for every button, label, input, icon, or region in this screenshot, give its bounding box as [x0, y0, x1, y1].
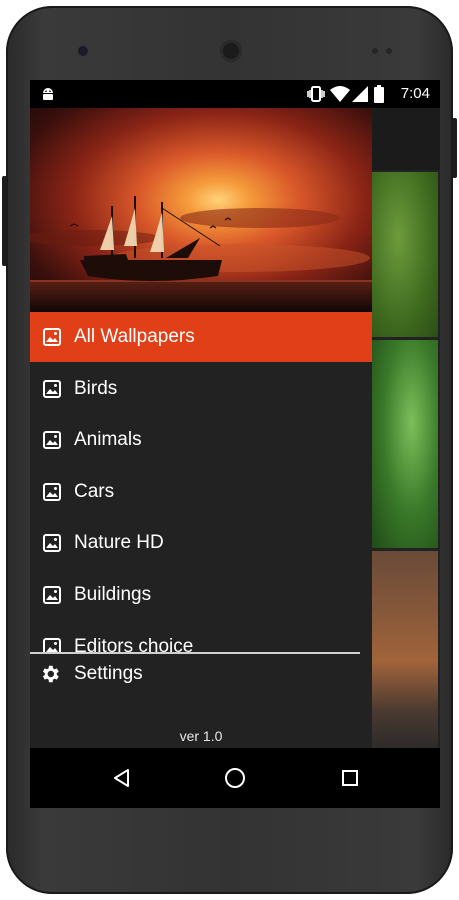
android-icon	[43, 88, 53, 100]
vibrate-icon	[307, 86, 325, 102]
proximity-sensor	[372, 48, 378, 54]
volume-button	[452, 118, 457, 178]
menu-item-nature-hd[interactable]: Nature HD	[30, 518, 372, 568]
back-icon	[114, 769, 129, 787]
menu-divider	[30, 652, 360, 654]
home-button[interactable]	[221, 764, 249, 792]
menu-item-birds[interactable]: Birds	[30, 364, 372, 414]
back-button[interactable]	[108, 764, 136, 792]
power-button	[2, 176, 7, 266]
menu-item-label: Animals	[74, 429, 142, 450]
image-icon	[42, 637, 62, 652]
image-icon	[42, 327, 62, 347]
status-bar: 7:04	[30, 80, 440, 108]
wifi-icon	[330, 86, 350, 102]
menu-item-cars[interactable]: Cars	[30, 467, 372, 517]
drawer-menu: All Wallpapers Birds Animals Cars Nature…	[30, 312, 372, 652]
image-icon	[42, 533, 62, 553]
image-icon	[42, 585, 62, 605]
wallpaper-thumbnail[interactable]	[372, 551, 438, 751]
earpiece-speaker	[220, 40, 242, 62]
version-label: ver 1.0	[179, 728, 223, 744]
image-icon	[42, 482, 62, 502]
front-camera	[78, 46, 88, 56]
menu-item-label: Editors choice	[74, 636, 194, 652]
navigation-drawer: All Wallpapers Birds Animals Cars Nature…	[30, 108, 372, 748]
light-sensor	[386, 48, 392, 54]
pirate-ship-silhouette	[30, 196, 372, 312]
menu-item-buildings[interactable]: Buildings	[30, 570, 372, 620]
menu-item-label: Buildings	[74, 584, 152, 605]
app-content: All Wallpapers Birds Animals Cars Nature…	[30, 108, 440, 751]
menu-item-label: Birds	[74, 378, 118, 399]
image-icon	[42, 430, 62, 450]
settings-label: Settings	[74, 663, 143, 684]
settings-item[interactable]: Settings	[30, 656, 372, 692]
cell-signal-icon	[352, 86, 368, 102]
gear-icon	[39, 663, 61, 685]
screen: 7:04 All Wallpapers Birds Animals Cars N…	[30, 80, 440, 808]
menu-item-label: All Wallpapers	[74, 326, 195, 347]
menu-item-editors-choice[interactable]: Editors choice	[30, 622, 372, 652]
system-nav-bar	[30, 748, 440, 808]
menu-item-all-wallpapers[interactable]: All Wallpapers	[30, 312, 372, 362]
menu-item-label: Nature HD	[74, 532, 164, 553]
phone-frame: 7:04 All Wallpapers Birds Animals Cars N…	[2, 6, 457, 894]
home-icon	[225, 768, 245, 788]
recents-button[interactable]	[336, 764, 364, 792]
image-icon	[42, 379, 62, 399]
app-toolbar	[372, 108, 440, 170]
status-time: 7:04	[400, 85, 430, 102]
battery-icon	[374, 85, 384, 103]
drawer-header-image	[30, 108, 372, 312]
menu-item-animals[interactable]: Animals	[30, 415, 372, 465]
wallpaper-thumbnail[interactable]	[372, 172, 438, 337]
menu-item-label: Cars	[74, 481, 115, 502]
wallpaper-thumbnail[interactable]	[372, 340, 438, 548]
recents-icon	[342, 770, 358, 786]
